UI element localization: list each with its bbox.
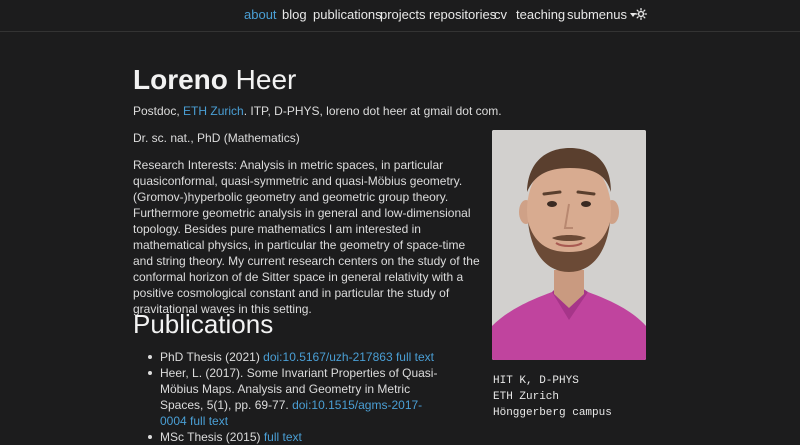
publication-item: MSc Thesis (2015) full text [148,429,448,445]
address-line: HIT K, D-PHYS [493,375,579,387]
address-line: Hönggerberg campus [493,407,612,419]
publication-text: MSc Thesis (2015) [160,430,264,444]
theme-toggle-icon[interactable] [635,8,647,20]
nav-teaching[interactable]: teaching [516,7,565,22]
nav-repositories[interactable]: repositories [429,7,496,22]
nav-blog[interactable]: blog [282,7,307,22]
doi-link[interactable]: doi:10.5167/uzh-217863 [263,350,392,364]
nav-cv[interactable]: cv [494,7,507,22]
publication-item: Heer, L. (2017). Some Invariant Properti… [148,365,448,429]
intro-prefix: Postdoc, [133,104,184,118]
nav-about[interactable]: about [244,7,277,22]
nav-projects[interactable]: projects [380,7,426,22]
publication-list: PhD Thesis (2021) doi:10.5167/uzh-217863… [148,349,448,445]
publication-text: PhD Thesis (2021) [160,350,264,364]
eth-zurich-link[interactable]: ETH Zurich [183,104,244,118]
address-line: ETH Zurich [493,391,560,403]
nav-submenus-label: submenus [567,7,627,22]
full-text-link[interactable]: full text [264,430,302,444]
nav-publications[interactable]: publications [313,7,382,22]
degree-line: Dr. sc. nat., PhD (Mathematics) [133,131,300,145]
portrait-illustration [492,130,646,360]
page-title: Loreno Heer [133,64,296,96]
office-address: HIT K, D-PHYS ETH Zurich Hönggerberg campu… [493,373,612,421]
title-first-name: Loreno [133,64,228,95]
intro-line: Postdoc, ETH Zurich. ITP, D-PHYS, loreno… [133,103,502,119]
research-interests: Research Interests: Analysis in metric s… [133,158,480,316]
publication-item: PhD Thesis (2021) doi:10.5167/uzh-217863… [148,349,448,365]
nav-submenus-dropdown[interactable]: submenus [567,7,636,22]
title-last-name: Heer [235,64,297,95]
full-text-link[interactable]: full text [396,350,434,364]
intro-suffix: . ITP, D-PHYS, loreno dot heer at gmail … [243,104,502,118]
profile-photo [492,130,646,360]
full-text-link[interactable]: full text [190,414,228,428]
publications-heading: Publications [133,309,274,339]
top-navbar: about blog publications projects reposit… [0,0,800,32]
